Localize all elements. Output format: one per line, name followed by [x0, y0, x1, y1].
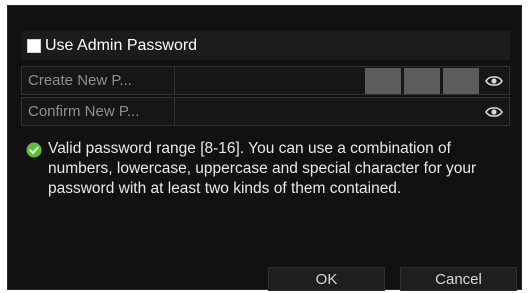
password-rules-hint: Valid password range [8-16]. You can use… — [26, 139, 508, 199]
password-dialog: Use Admin Password Create New P... Confi… — [7, 5, 522, 291]
cancel-button[interactable]: Cancel — [400, 267, 517, 291]
use-admin-password-row[interactable]: Use Admin Password — [21, 31, 510, 60]
show-password-eye-icon[interactable] — [483, 70, 505, 92]
create-password-label: Create New P... — [21, 66, 175, 95]
confirm-password-input[interactable] — [175, 97, 510, 126]
use-admin-password-label: Use Admin Password — [45, 36, 198, 54]
strength-segment — [365, 67, 401, 94]
use-admin-password-checkbox[interactable] — [27, 38, 41, 53]
check-circle-icon — [26, 142, 42, 158]
ok-button[interactable]: OK — [268, 267, 385, 291]
confirm-password-row: Confirm New P... — [21, 97, 510, 126]
confirm-password-label: Confirm New P... — [21, 97, 175, 126]
password-strength-meter — [365, 67, 479, 94]
strength-segment — [443, 67, 479, 94]
show-password-eye-icon[interactable] — [483, 101, 505, 123]
create-password-input[interactable] — [175, 66, 510, 95]
strength-segment — [404, 67, 440, 94]
password-rules-text: Valid password range [8-16]. You can use… — [48, 140, 477, 197]
create-password-row: Create New P... — [21, 66, 510, 95]
